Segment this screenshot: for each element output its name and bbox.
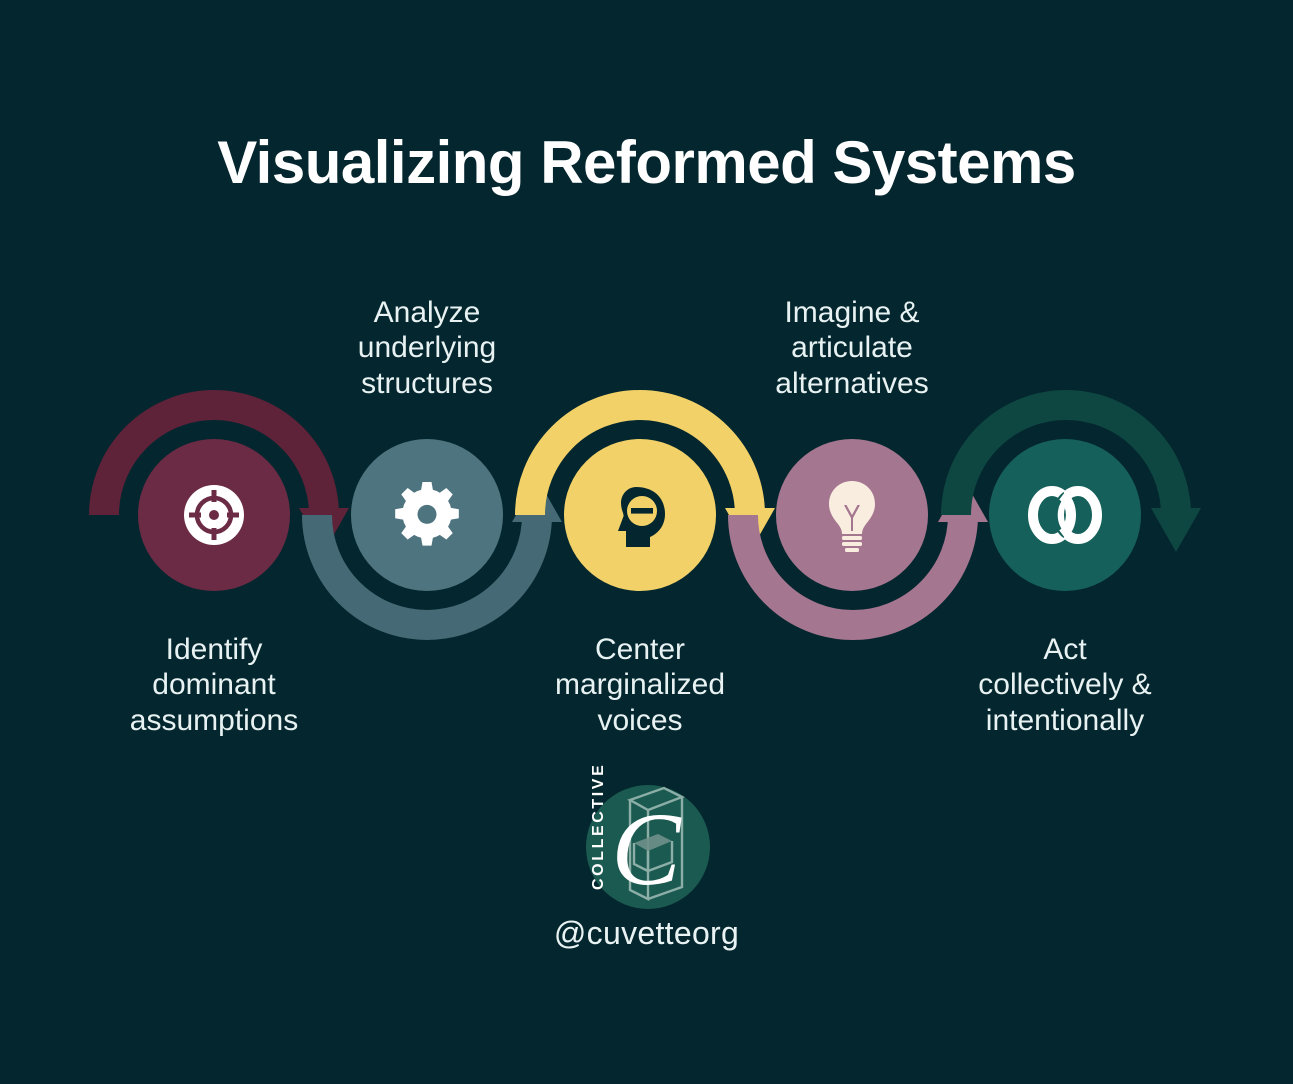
step-node-3[interactable]: [564, 439, 716, 591]
step-label-3: Center marginalized voices: [554, 633, 726, 737]
step-node-2[interactable]: [351, 439, 503, 591]
step-label-2: Analyze underlying structures: [357, 296, 497, 400]
step-label-5: Act collectively & intentionally: [978, 633, 1152, 737]
infographic-canvas: Visualizing Reformed Systems C COLLECTIV…: [0, 0, 1293, 1084]
cuvette-collective-logo[interactable]: C COLLECTIVE: [586, 763, 710, 909]
step-label-1: Identify dominant assumptions: [129, 633, 299, 737]
social-handle[interactable]: @cuvetteorg: [0, 915, 1293, 952]
crosshair-target-icon: [184, 485, 244, 545]
step-label-4: Imagine & articulate alternatives: [775, 296, 929, 400]
step-node-1[interactable]: [138, 439, 290, 591]
logo-wordmark: COLLECTIVE: [590, 763, 607, 890]
gear-icon: [395, 481, 459, 546]
logo-monogram: C: [611, 792, 682, 907]
step-node-5[interactable]: [989, 439, 1141, 591]
step-circle-5: [989, 439, 1141, 591]
step-node-4[interactable]: [776, 439, 928, 591]
